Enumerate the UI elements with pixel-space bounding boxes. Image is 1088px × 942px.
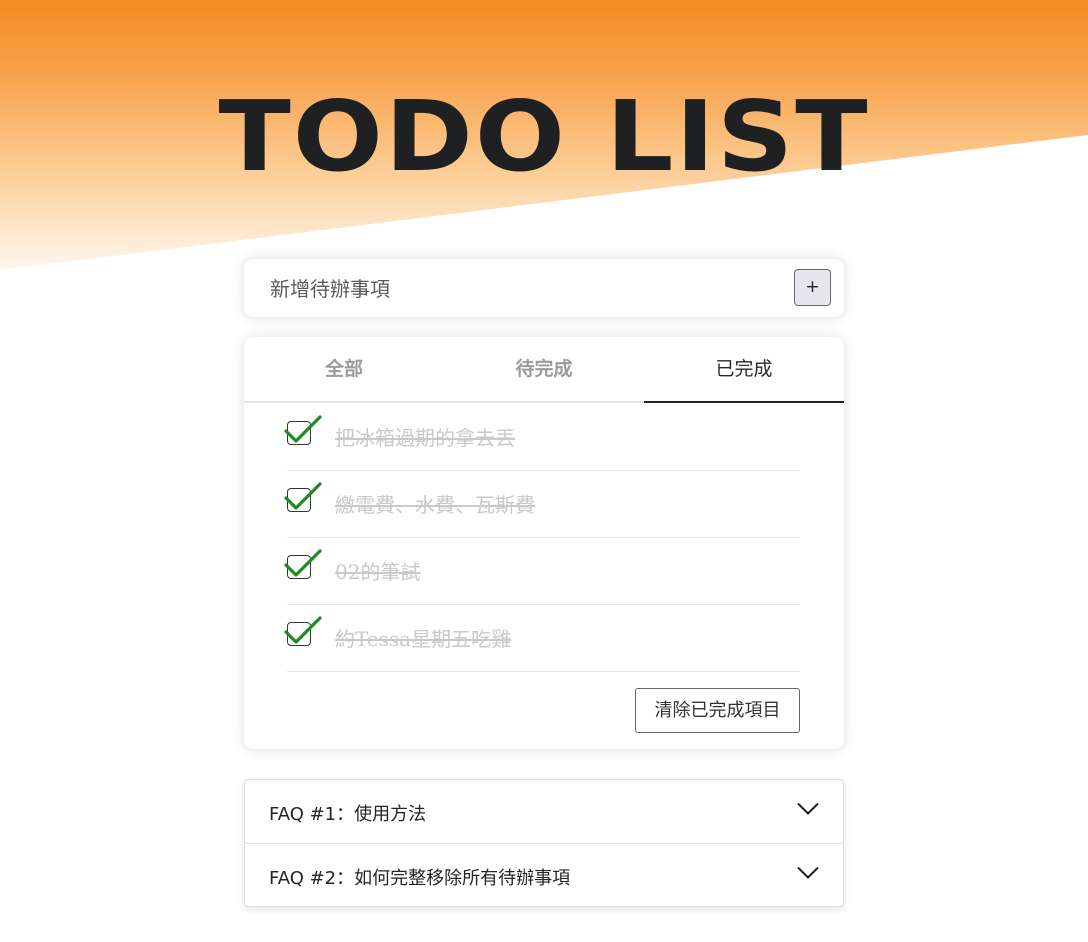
faq-item-remove-all[interactable]: FAQ #2：如何完整移除所有待辦事項: [245, 843, 843, 907]
add-todo-card: +: [244, 259, 844, 319]
faq-title: FAQ #2：如何完整移除所有待辦事項: [269, 868, 571, 889]
todo-item: 繳電費、水費、瓦斯費: [284, 471, 800, 538]
faq-item-usage[interactable]: FAQ #1：使用方法: [245, 780, 843, 843]
tab-all[interactable]: 全部: [244, 337, 444, 401]
tab-pending[interactable]: 待完成: [444, 337, 644, 401]
checkmark-icon: [284, 549, 322, 577]
todo-item: 把冰箱過期的拿去丟: [284, 404, 800, 471]
chevron-down-icon: [797, 867, 819, 879]
clear-completed-button[interactable]: 清除已完成項目: [635, 688, 800, 733]
faq-accordion: FAQ #1：使用方法 FAQ #2：如何完整移除所有待辦事項: [244, 779, 844, 907]
todo-text: 把冰箱過期的拿去丟: [335, 426, 515, 450]
page: TODO LIST + 全部 待完成 已完成 把冰箱過期的拿去丟: [0, 0, 1088, 942]
add-todo-input[interactable]: [268, 259, 792, 319]
todo-text: 繳電費、水費、瓦斯費: [335, 493, 535, 517]
tab-completed[interactable]: 已完成: [644, 337, 844, 403]
todo-list-card: 全部 待完成 已完成 把冰箱過期的拿去丟 繳電費、水費、瓦斯費 02的筆試 約T…: [244, 337, 844, 749]
todo-checkbox[interactable]: [284, 415, 322, 445]
checkmark-icon: [284, 616, 322, 644]
todo-checkbox[interactable]: [284, 482, 322, 512]
chevron-down-icon: [797, 803, 819, 815]
todo-item: 02的筆試: [284, 538, 800, 605]
todo-text: 約Tessa星期五吃雞: [335, 627, 512, 651]
todo-item: 約Tessa星期五吃雞: [284, 605, 800, 672]
checkmark-icon: [284, 482, 322, 510]
checkmark-icon: [284, 415, 322, 443]
todo-list: 把冰箱過期的拿去丟 繳電費、水費、瓦斯費 02的筆試 約Tessa星期五吃雞: [284, 404, 800, 672]
todo-checkbox[interactable]: [284, 616, 322, 646]
add-todo-button[interactable]: +: [794, 269, 831, 306]
todo-checkbox[interactable]: [284, 549, 322, 579]
filter-tabs: 全部 待完成 已完成: [244, 337, 844, 403]
faq-title: FAQ #1：使用方法: [269, 804, 427, 825]
todo-text: 02的筆試: [335, 560, 421, 584]
page-title: TODO LIST: [218, 79, 870, 194]
